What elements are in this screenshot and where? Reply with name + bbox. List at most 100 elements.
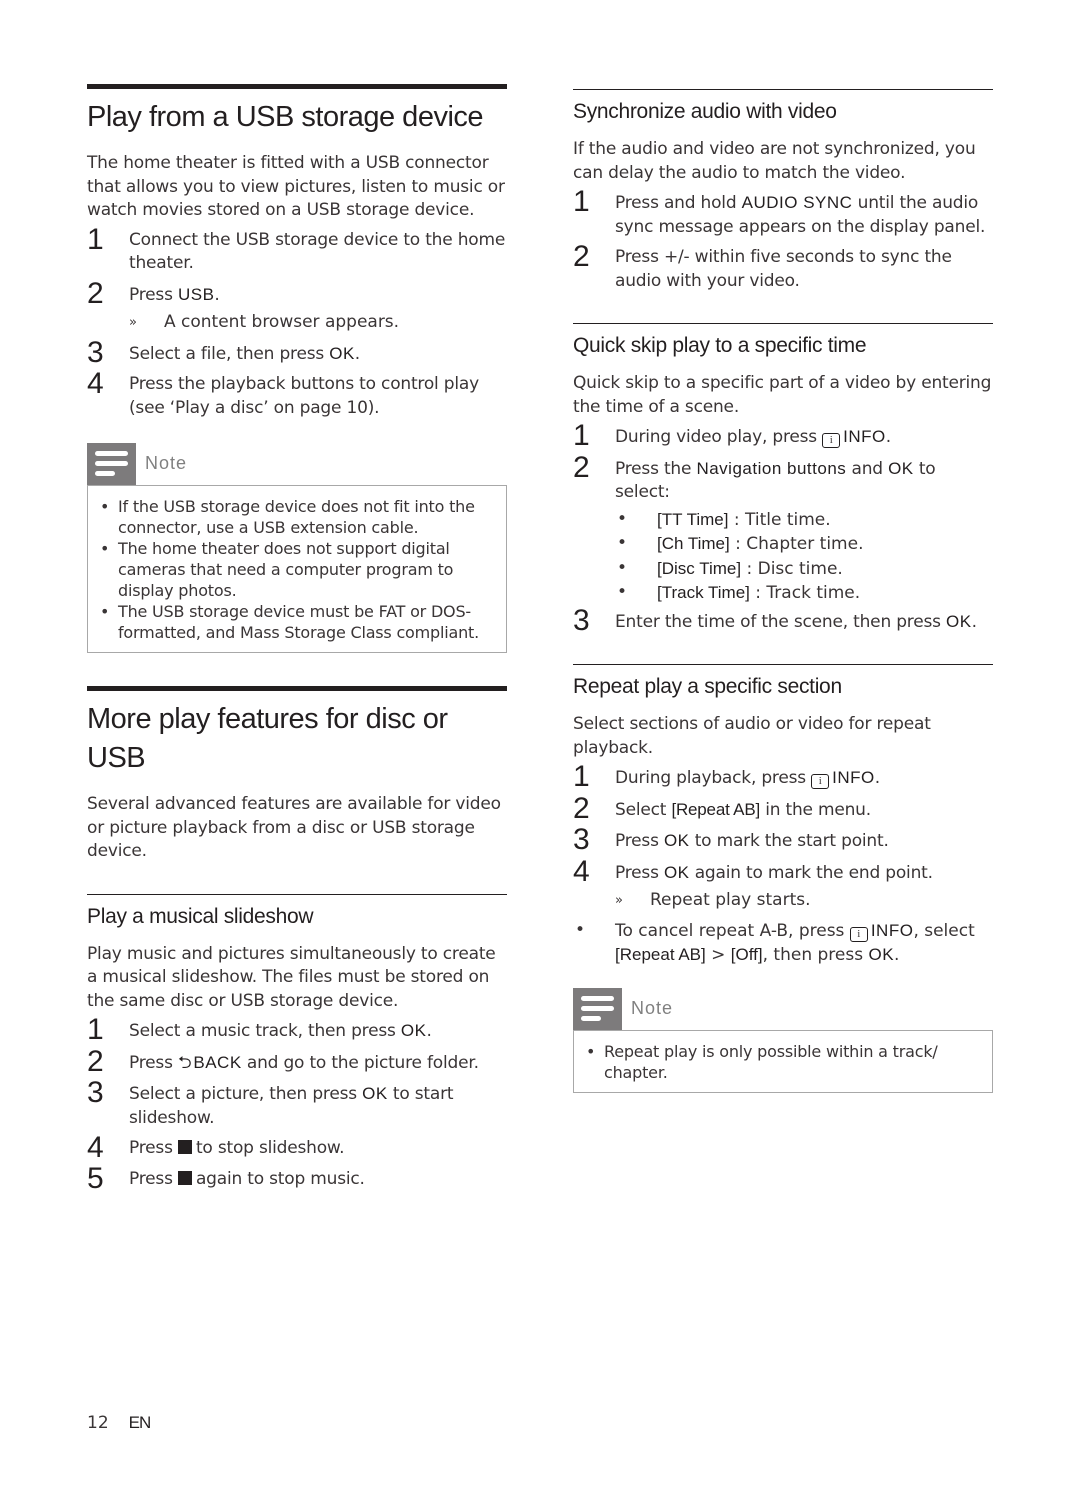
repeat-cancel-tip: • To cancel repeat A-B, press i INFO, sel…	[575, 919, 975, 966]
step-text-end: and go to the picture folder.	[241, 1052, 479, 1073]
step-text-end: .	[426, 1021, 432, 1041]
note-item: • Repeat play is only possible within a t…	[586, 1041, 938, 1082]
result-text: A content browser appears.	[164, 312, 400, 332]
ok-key: OK	[663, 831, 690, 850]
step-text: Select	[615, 799, 672, 820]
time-option: • [Disc Time] : Disc time.	[617, 557, 843, 579]
step-number: 4	[87, 1131, 104, 1164]
step-number: 1	[87, 222, 104, 256]
note-box: • If the USB storage device does not fit …	[87, 485, 507, 653]
step-number: 4	[573, 854, 590, 888]
repeat-step-1: 1 During playback, press i INFO.	[573, 761, 993, 793]
stop-icon	[177, 1170, 192, 1185]
section-title-usb: Play from a USB storage device	[87, 101, 484, 133]
step-number: 2	[573, 450, 590, 484]
step-text-end: again to stop music.	[195, 1168, 365, 1189]
info-icon: i	[849, 926, 868, 942]
quick-skip-step-2: 2 Press the Navigation buttons and OK to…	[573, 451, 993, 505]
features-intro: Several advanced features are available …	[87, 794, 501, 861]
usb-intro: The home theater is fitted with a USB co…	[87, 153, 505, 220]
step-text: Press	[129, 1138, 178, 1158]
subsection-title-quick-skip: Quick skip play to a specific time	[573, 334, 867, 357]
usb-note: Note • If the USB storage device does not…	[87, 443, 507, 653]
left-column: Play from a USB storage device The home …	[87, 84, 507, 1194]
step-number: 5	[87, 1161, 104, 1195]
back-icon: ⮌	[177, 1052, 192, 1073]
usb-step-2: 2 Press USB.	[87, 277, 507, 309]
step-text-end: to mark the start point.	[689, 831, 889, 851]
info-icon: i	[811, 774, 830, 789]
time-option: • [TT Time] : Title time.	[617, 508, 831, 530]
step-text-end: .	[214, 284, 220, 305]
step-text-end: to stop slideshow.	[195, 1138, 345, 1158]
sync-intro: If the audio and video are not synchroni…	[573, 139, 976, 183]
step-text: During playback, press	[615, 768, 812, 788]
ok-key: OK	[362, 1084, 388, 1103]
step-text: Select a picture, then press	[129, 1084, 363, 1104]
repeat-note: Note • Repeat play is only possible withi…	[573, 987, 993, 1093]
time-option: • [Ch Time] : Chapter time.	[617, 533, 864, 554]
slideshow-step-2: 2 Press ⮌ BACK and go to the picture fold…	[87, 1045, 507, 1077]
step-text: Enter the time of the scene, then press	[615, 611, 947, 632]
slideshow-step-4: 4 Press to stop slideshow.	[87, 1132, 507, 1164]
step-text-end: again to mark the end point.	[689, 862, 933, 883]
result-text: Repeat play starts.	[650, 890, 811, 910]
ok-key: OK	[329, 343, 355, 363]
usb-key: USB	[177, 284, 215, 304]
step-number: 3	[87, 1076, 104, 1109]
step-text: Press	[615, 862, 664, 883]
note-header: Note	[87, 443, 507, 485]
subsection-title-slideshow: Play a musical slideshow	[87, 904, 314, 928]
repeat-step-3: 3 Press OK to mark the start point.	[573, 824, 993, 856]
step-text-mid: and	[846, 458, 889, 479]
slideshow-step-5: 5 Press again to stop music.	[87, 1162, 507, 1194]
usb-step-4: 4 Press the playback buttons to control …	[87, 368, 507, 420]
step-text: Press	[129, 1052, 178, 1073]
time-option: • [Track Time] : Track time.	[617, 582, 861, 603]
repeat-step-2: 2 Select [Repeat AB] in the menu.	[573, 792, 993, 824]
ok-key: OK	[946, 611, 972, 631]
step-number: 1	[87, 1013, 104, 1046]
subsection-title-sync: Synchronize audio with video	[573, 100, 837, 123]
stop-icon	[177, 1140, 192, 1154]
usb-step-3: 3 Select a file, then press OK.	[87, 336, 507, 368]
step-text-end: .	[971, 611, 977, 632]
subsection-divider	[573, 664, 993, 665]
result-arrow-icon: »	[615, 893, 623, 908]
step-number: 2	[87, 276, 104, 310]
repeat-ab-menu: [Repeat AB]	[671, 799, 760, 819]
section-divider	[87, 84, 507, 89]
slideshow-step-3: 3 Select a picture, then press OK to sta…	[87, 1077, 507, 1130]
slideshow-intro: Play music and pictures simultaneously t…	[87, 943, 496, 1011]
quick-skip-step-1: 1 During video play, press i INFO.	[573, 420, 993, 452]
note-title: Note	[631, 997, 674, 1018]
step-text-end: in the menu.	[759, 799, 871, 820]
step-number: 1	[573, 185, 590, 218]
note-icon	[87, 443, 136, 485]
note-box: • Repeat play is only possible within a t…	[573, 1029, 993, 1093]
note-item: • If the USB storage device does not fit …	[100, 497, 475, 537]
step-text-end: .	[354, 343, 361, 364]
section-divider	[87, 686, 507, 691]
step-text: Press	[129, 284, 178, 305]
time-options-list: • [TT Time] : Title time. • [Ch Time] : Ch…	[573, 508, 993, 606]
right-column: Synchronize audio with video If the audi…	[573, 89, 993, 1093]
result-arrow-icon: »	[129, 315, 137, 330]
step-text: Select a music track, then press	[129, 1021, 401, 1041]
step-text: Select a file, then press	[129, 343, 330, 364]
usb-step-2-result: » A content browser appears.	[87, 311, 507, 335]
step-text: Press +/- within five seconds to sync th…	[615, 247, 952, 291]
info-icon: i	[822, 433, 841, 448]
audio-sync-key: AUDIO SYNC	[741, 193, 853, 212]
quick-skip-intro: Quick skip to a specific part of a video…	[573, 373, 992, 417]
step-text: Press and hold	[615, 193, 742, 213]
info-key: INFO	[832, 768, 875, 787]
step-number: 2	[87, 1044, 104, 1078]
ok-key: OK	[888, 458, 914, 478]
step-text: Press	[615, 831, 664, 851]
sync-step-1: 1 Press and hold AUDIO SYNC until the au…	[573, 186, 993, 239]
subsection-divider	[87, 893, 507, 895]
step-number: 1	[573, 760, 590, 793]
step-number: 3	[573, 823, 590, 856]
subsection-divider	[573, 323, 993, 324]
